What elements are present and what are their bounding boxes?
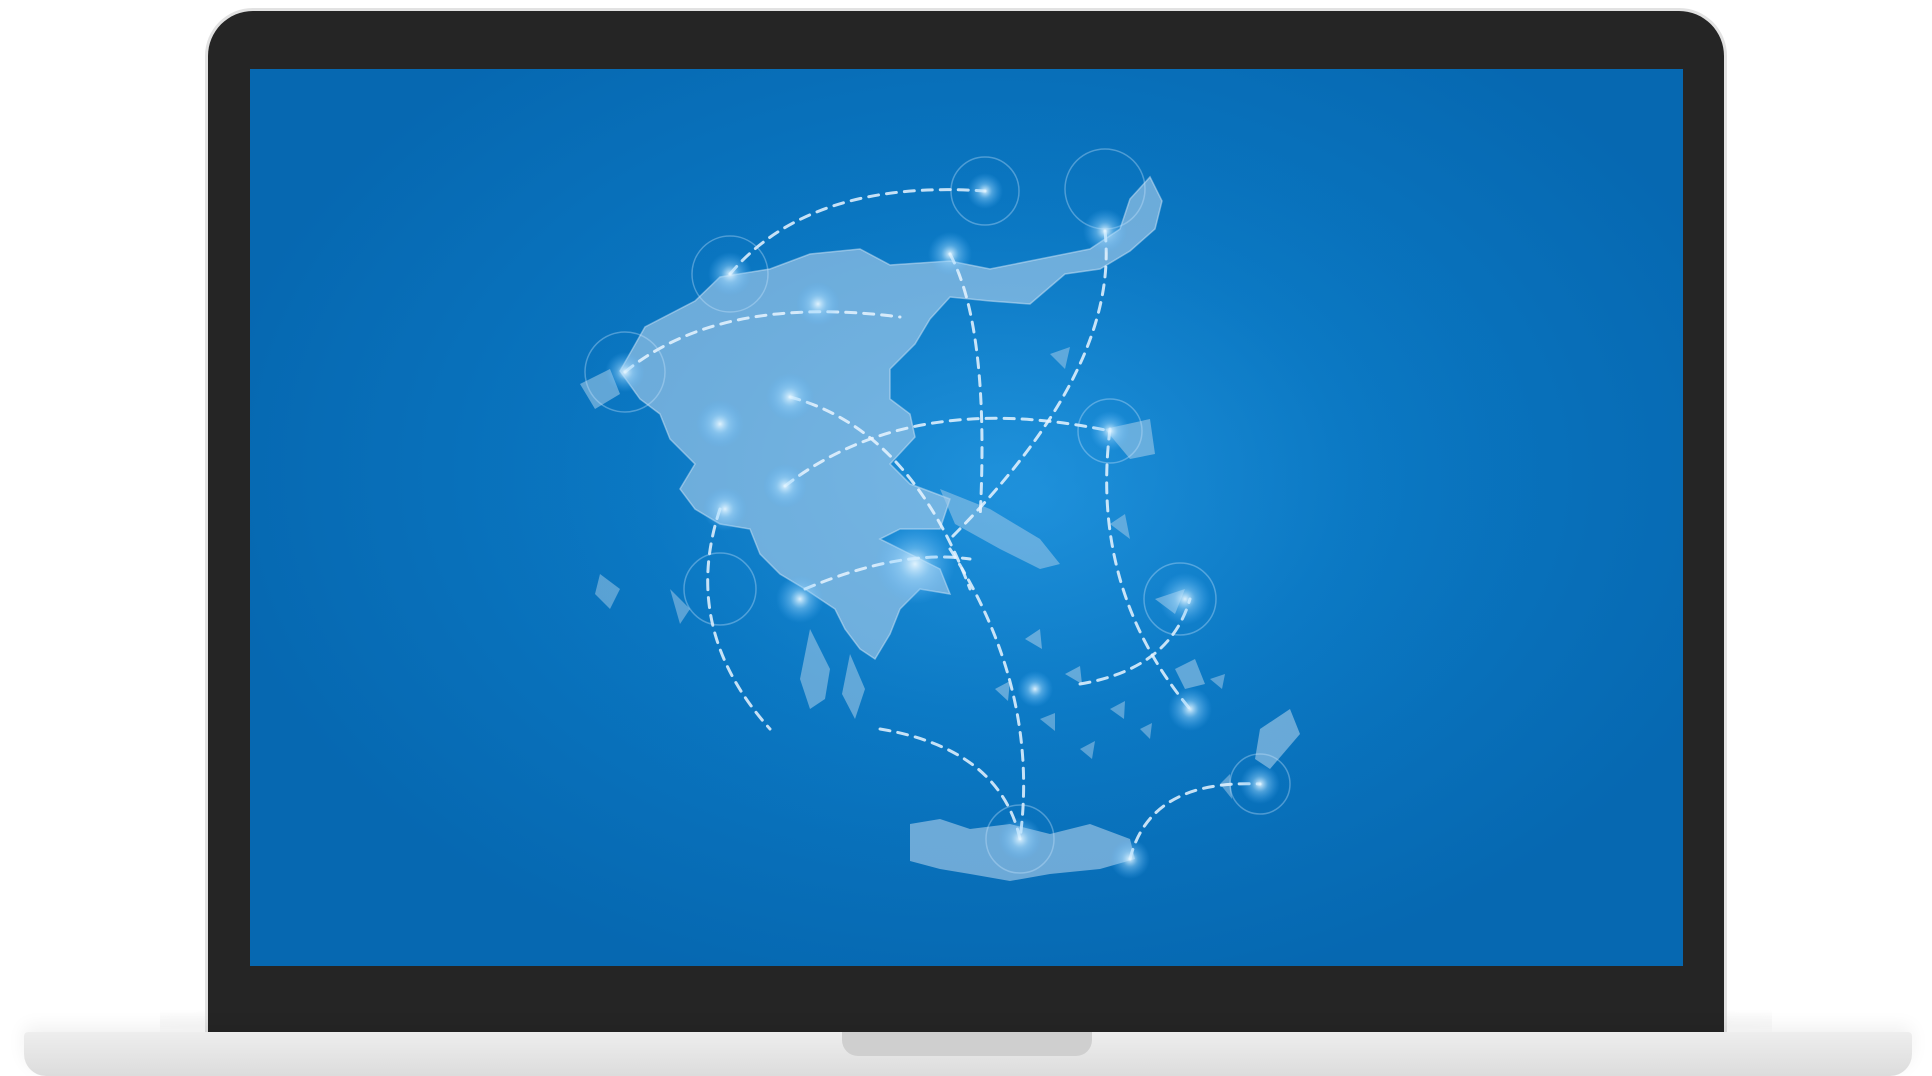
laptop-hinge-notch xyxy=(842,1032,1092,1056)
laptop-mockup xyxy=(0,0,1932,1076)
laptop-screen xyxy=(250,69,1683,966)
greece-map-illustration xyxy=(510,99,1550,899)
